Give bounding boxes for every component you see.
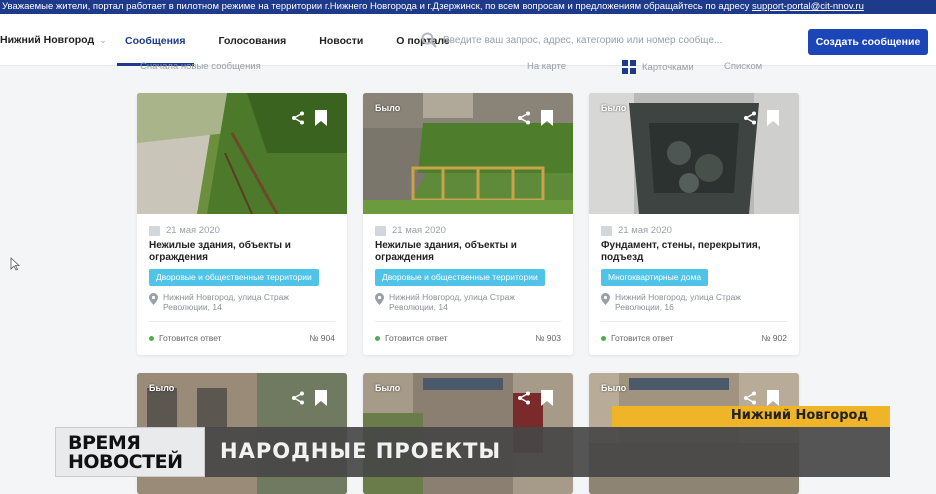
- tv-lower-third: ВРЕМЯ НОВОСТЕЙ НАРОДНЫЕ ПРОЕКТЫ: [55, 427, 890, 477]
- bookmark-icon[interactable]: [541, 110, 553, 126]
- card-address-line1: Нижний Новгород, улица Страж: [389, 292, 515, 302]
- site-header: Нижний Новгород ⌄ Сообщения Голосования Н…: [0, 14, 936, 66]
- status-dot: [601, 335, 606, 341]
- tv-title: НАРОДНЫЕ ПРОЕКТЫ: [220, 439, 502, 463]
- bookmark-icon[interactable]: [315, 390, 327, 406]
- bookmark-icon[interactable]: [541, 390, 553, 406]
- view-cards-label: Карточками: [642, 61, 694, 73]
- nav-messages[interactable]: Сообщения: [117, 14, 194, 66]
- info-banner: Уважаемые жители, портал работает в пило…: [0, 0, 936, 14]
- share-icon[interactable]: [517, 391, 531, 405]
- share-icon[interactable]: [743, 111, 757, 125]
- support-email-link[interactable]: support-portal@cit-nnov.ru: [752, 1, 864, 12]
- bookmark-icon[interactable]: [767, 110, 779, 126]
- tv-title-bar: НАРОДНЫЕ ПРОЕКТЫ: [205, 427, 890, 477]
- share-icon[interactable]: [743, 391, 757, 405]
- card-number: № 903: [535, 333, 561, 343]
- create-message-button[interactable]: Создать сообщение: [808, 29, 928, 55]
- bookmark-icon[interactable]: [767, 390, 779, 406]
- calendar-icon: [149, 225, 160, 236]
- message-card[interactable]: Было 21 мая 2020 Нежилые здания, объекты…: [363, 93, 573, 355]
- share-icon[interactable]: [291, 111, 305, 125]
- card-date: 21 мая 2020: [601, 225, 672, 236]
- card-status: Готовится ответ: [375, 333, 448, 343]
- card-date: 21 мая 2020: [149, 225, 220, 236]
- search-icon[interactable]: [421, 32, 437, 48]
- tv-logo-line2: НОВОСТЕЙ: [68, 451, 183, 473]
- location-pin-icon: [149, 293, 158, 305]
- was-label: Было: [601, 383, 627, 393]
- location-pin-icon: [601, 293, 610, 305]
- card-date-text: 21 мая 2020: [166, 225, 220, 236]
- card-status: Готовится ответ: [149, 333, 222, 343]
- card-tag[interactable]: Многоквартирные дома: [601, 269, 709, 286]
- card-status-text: Готовится ответ: [385, 333, 448, 343]
- card-number: № 904: [309, 333, 335, 343]
- card-address: Нижний Новгород, улица Страж Революции, 1…: [149, 292, 289, 312]
- tv-location-plate: Нижний Новгород: [612, 406, 890, 427]
- card-status-text: Готовится ответ: [611, 333, 674, 343]
- message-card[interactable]: Было 21 мая 2020 Фундамент, стены, перек…: [589, 93, 799, 355]
- was-label: Было: [149, 383, 175, 393]
- sort-select[interactable]: Сначала новые сообщения: [140, 61, 261, 72]
- grid-icon: [622, 60, 636, 74]
- card-address-line2: Революции, 14: [389, 302, 448, 312]
- nav-news[interactable]: Новости: [311, 14, 371, 66]
- card-address: Нижний Новгород, улица Страж Революции, 1…: [375, 292, 515, 312]
- card-divider: [601, 321, 787, 322]
- card-category: Нежилые здания, объекты и ограждения: [375, 240, 517, 263]
- nav-votes[interactable]: Голосования: [211, 14, 295, 66]
- calendar-icon: [601, 225, 612, 236]
- card-date-text: 21 мая 2020: [392, 225, 446, 236]
- view-toolbar: Сначала новые сообщения На карте Карточк…: [0, 60, 936, 78]
- view-list-toggle[interactable]: Списком: [724, 61, 762, 72]
- card-category: Нежилые здания, объекты и ограждения: [149, 240, 291, 263]
- banner-text: Уважаемые жители, портал работает в пило…: [2, 1, 752, 12]
- location-pin-icon: [375, 293, 384, 305]
- card-date: 21 мая 2020: [375, 225, 446, 236]
- mouse-cursor-icon: [10, 257, 20, 271]
- card-status-text: Готовится ответ: [159, 333, 222, 343]
- card-address-line1: Нижний Новгород, улица Страж: [615, 292, 741, 302]
- card-number: № 902: [761, 333, 787, 343]
- status-dot: [149, 335, 154, 341]
- card-divider: [149, 321, 335, 322]
- share-icon[interactable]: [291, 391, 305, 405]
- city-selector[interactable]: Нижний Новгород ⌄: [0, 34, 107, 46]
- card-address: Нижний Новгород, улица Страж Революции, 1…: [601, 292, 741, 312]
- city-name: Нижний Новгород: [0, 34, 95, 46]
- calendar-icon: [375, 225, 386, 236]
- card-address-line2: Революции, 14: [163, 302, 222, 312]
- message-card[interactable]: 21 мая 2020 Нежилые здания, объекты и ог…: [137, 93, 347, 355]
- tv-location-text: Нижний Новгород: [730, 408, 868, 423]
- card-status: Готовится ответ: [601, 333, 674, 343]
- card-tag[interactable]: Дворовые и общественные территории: [375, 269, 545, 286]
- share-icon[interactable]: [517, 111, 531, 125]
- was-label: Было: [601, 103, 627, 113]
- card-tag[interactable]: Дворовые и общественные территории: [149, 269, 319, 286]
- card-address-line2: Революции, 16: [615, 302, 674, 312]
- card-date-text: 21 мая 2020: [618, 225, 672, 236]
- status-dot: [375, 335, 380, 341]
- search-input[interactable]: [443, 28, 773, 52]
- was-label: Было: [375, 103, 401, 113]
- tv-channel-logo: ВРЕМЯ НОВОСТЕЙ: [55, 427, 205, 477]
- card-category: Фундамент, стены, перекрытия, подъезд: [601, 240, 761, 263]
- card-address-line1: Нижний Новгород, улица Страж: [163, 292, 289, 302]
- bookmark-icon[interactable]: [315, 110, 327, 126]
- view-cards-toggle[interactable]: Карточками: [622, 60, 694, 74]
- view-map-toggle[interactable]: На карте: [527, 61, 566, 72]
- card-divider: [375, 321, 561, 322]
- was-label: Было: [375, 383, 401, 393]
- chevron-down-icon: ⌄: [99, 35, 107, 45]
